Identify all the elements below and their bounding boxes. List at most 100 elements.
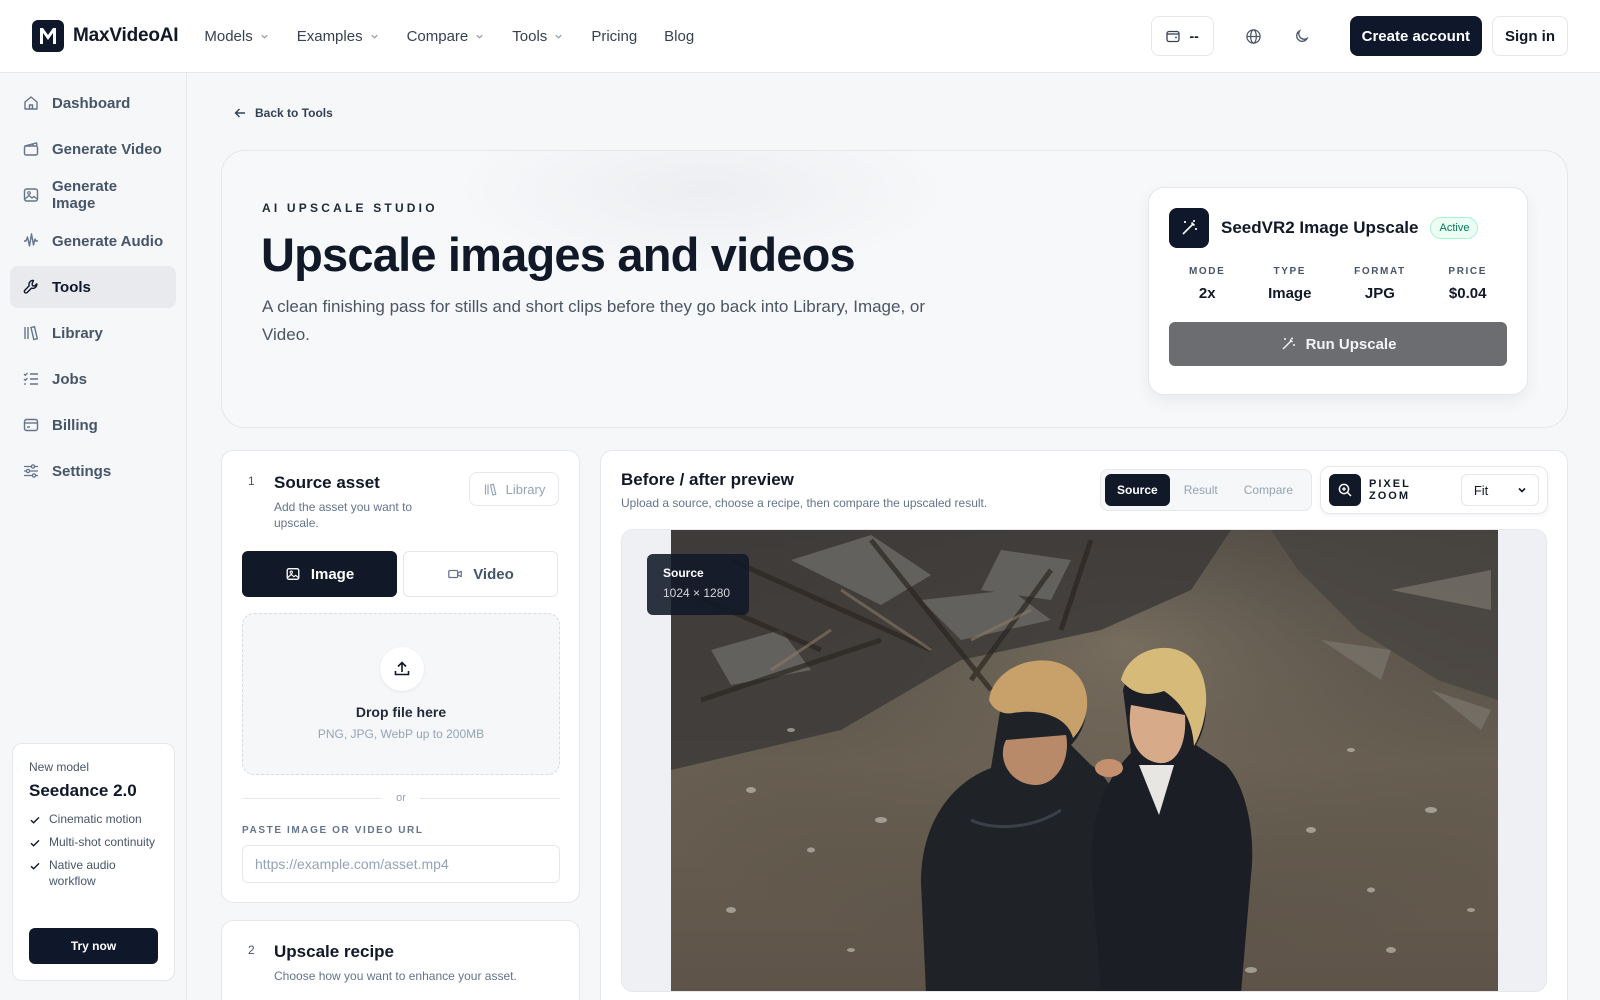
sidebar-item-generate-audio[interactable]: Generate Audio bbox=[10, 220, 176, 262]
source-dimension-tag: Source 1024 × 1280 bbox=[647, 554, 749, 615]
audio-wave-icon bbox=[24, 233, 38, 247]
sidebar-item-generate-image[interactable]: Generate Image bbox=[10, 174, 176, 216]
promo-feature-label: Cinematic motion bbox=[49, 812, 142, 826]
sidebar-item-label: Settings bbox=[52, 462, 112, 480]
sidebar-item-label: Tools bbox=[52, 278, 91, 296]
hero-section: AI UPSCALE STUDIO Upscale images and vid… bbox=[221, 150, 1568, 428]
tab-label: Image bbox=[310, 565, 355, 583]
sidebar-item-label: Billing bbox=[52, 416, 98, 434]
sidebar-nav: Dashboard Generate Video Generate Image … bbox=[0, 73, 186, 505]
sidebar-item-jobs[interactable]: Jobs bbox=[10, 358, 176, 400]
stat-mode: MODE 2x bbox=[1189, 266, 1225, 302]
create-account-button[interactable]: Create account bbox=[1349, 16, 1482, 56]
chevron-down-icon bbox=[261, 34, 268, 39]
sidebar-item-generate-video[interactable]: Generate Video bbox=[10, 128, 176, 170]
library-button-label: Library bbox=[505, 481, 546, 497]
sidebar-item-billing[interactable]: Billing bbox=[10, 404, 176, 446]
source-asset-subtitle: Add the asset you want to upscale. bbox=[274, 500, 413, 530]
stat-value: 2x bbox=[1198, 285, 1216, 302]
zoom-in-icon bbox=[1329, 474, 1361, 506]
list-check-icon bbox=[23, 372, 38, 385]
top-navigation-bar: MaxVideoAI Models Examples Compare Tools… bbox=[0, 0, 1600, 73]
or-label: or bbox=[396, 792, 406, 804]
sidebar-item-label: Jobs bbox=[52, 370, 88, 388]
nav-item-models[interactable]: Models bbox=[204, 28, 269, 45]
tab-source[interactable]: Source bbox=[1105, 474, 1170, 506]
brand[interactable]: MaxVideoAI bbox=[32, 20, 179, 52]
stat-label: FORMAT bbox=[1354, 266, 1406, 277]
nav-item-blog[interactable]: Blog bbox=[664, 28, 694, 45]
source-asset-title: Source asset bbox=[274, 473, 380, 492]
nav-item-pricing[interactable]: Pricing bbox=[591, 28, 637, 45]
step-number: 1 bbox=[248, 474, 255, 488]
promo-feature: Multi-shot continuity bbox=[29, 834, 158, 850]
upscale-recipe-subtitle: Choose how you want to enhance your asse… bbox=[274, 969, 517, 983]
home-icon bbox=[24, 96, 38, 110]
brand-logo-icon bbox=[32, 20, 64, 52]
upload-icon bbox=[380, 647, 424, 691]
credits-button[interactable]: -- bbox=[1150, 16, 1214, 56]
credits-value: -- bbox=[1189, 28, 1199, 44]
nav-item-examples[interactable]: Examples bbox=[297, 28, 380, 45]
dropzone-title: Drop file here bbox=[355, 704, 447, 720]
sign-in-button[interactable]: Sign in bbox=[1492, 16, 1568, 56]
chevron-down-icon bbox=[1518, 487, 1526, 493]
page-kicker: AI UPSCALE STUDIO bbox=[262, 201, 438, 215]
image-icon bbox=[23, 188, 39, 202]
tab-video[interactable]: Video bbox=[403, 551, 558, 597]
sidebar-item-settings[interactable]: Settings bbox=[10, 450, 176, 492]
sidebar-item-label: Library bbox=[52, 324, 103, 342]
divider-line bbox=[419, 797, 560, 799]
nav-item-label: Pricing bbox=[591, 27, 638, 45]
dropzone-subtitle: PNG, JPG, WebP up to 200MB bbox=[317, 727, 485, 741]
promo-feature: Cinematic motion bbox=[29, 811, 158, 827]
nav-item-label: Models bbox=[204, 27, 253, 45]
sidebar-item-library[interactable]: Library bbox=[10, 312, 176, 354]
main-nav: Models Examples Compare Tools Pricing Bl… bbox=[204, 28, 694, 45]
back-to-tools-link[interactable]: Back to Tools bbox=[233, 106, 333, 120]
clapper-icon bbox=[23, 142, 39, 156]
url-label: PASTE IMAGE OR VIDEO URL bbox=[242, 825, 424, 836]
model-stats: MODE 2x TYPE Image FORMAT JPG PRICE $0.04 bbox=[1169, 248, 1507, 302]
file-dropzone[interactable]: Drop file here PNG, JPG, WebP up to 200M… bbox=[242, 613, 560, 775]
stat-value: $0.04 bbox=[1448, 285, 1487, 302]
run-upscale-button[interactable]: Run Upscale bbox=[1169, 322, 1507, 366]
theme-toggle-button[interactable] bbox=[1284, 18, 1320, 54]
model-header: SeedVR2 Image Upscale Active bbox=[1169, 208, 1507, 248]
library-button[interactable]: Library bbox=[469, 472, 559, 506]
sidebar-item-tools[interactable]: Tools bbox=[10, 266, 176, 308]
nav-item-tools[interactable]: Tools bbox=[512, 28, 564, 45]
nav-item-label: Compare bbox=[406, 27, 469, 45]
model-name: SeedVR2 Image Upscale bbox=[1221, 218, 1419, 237]
zoom-select-value: Fit bbox=[1473, 482, 1489, 498]
arrow-left-icon bbox=[234, 108, 245, 118]
source-dimensions: 1024 × 1280 bbox=[663, 586, 731, 600]
step-number: 2 bbox=[248, 943, 255, 957]
try-now-button[interactable]: Try now bbox=[29, 928, 158, 964]
asset-url-input[interactable] bbox=[242, 845, 560, 883]
moon-icon bbox=[1295, 29, 1309, 42]
sidebar-item-label: Generate Video bbox=[52, 140, 162, 158]
tab-compare[interactable]: Compare bbox=[1232, 474, 1305, 506]
header-actions: -- Create account Sign in bbox=[1150, 16, 1568, 56]
globe-icon bbox=[1246, 28, 1261, 44]
nav-item-label: Tools bbox=[512, 27, 548, 45]
stat-format: FORMAT JPG bbox=[1354, 266, 1406, 302]
zoom-select[interactable]: Fit bbox=[1460, 474, 1539, 506]
stat-label: PRICE bbox=[1448, 266, 1487, 277]
stat-value: JPG bbox=[1364, 285, 1395, 302]
sidebar-item-dashboard[interactable]: Dashboard bbox=[10, 82, 176, 124]
preview-mode-tabs: Source Result Compare bbox=[1100, 469, 1312, 511]
preview-title: Before / after preview bbox=[621, 470, 794, 489]
promo-feature-label: Multi-shot continuity bbox=[49, 835, 156, 849]
model-card: SeedVR2 Image Upscale Active MODE 2x TYPE… bbox=[1148, 187, 1528, 395]
tab-image[interactable]: Image bbox=[242, 551, 397, 597]
tab-result[interactable]: Result bbox=[1172, 474, 1230, 506]
tab-label: Video bbox=[473, 565, 514, 583]
sidebar: Dashboard Generate Video Generate Image … bbox=[0, 73, 187, 1000]
promo-title: Seedance 2.0 bbox=[29, 781, 137, 800]
nav-item-label: Blog bbox=[664, 27, 695, 45]
language-button[interactable] bbox=[1236, 18, 1272, 54]
wallet-icon bbox=[1166, 30, 1181, 43]
nav-item-compare[interactable]: Compare bbox=[407, 28, 486, 45]
